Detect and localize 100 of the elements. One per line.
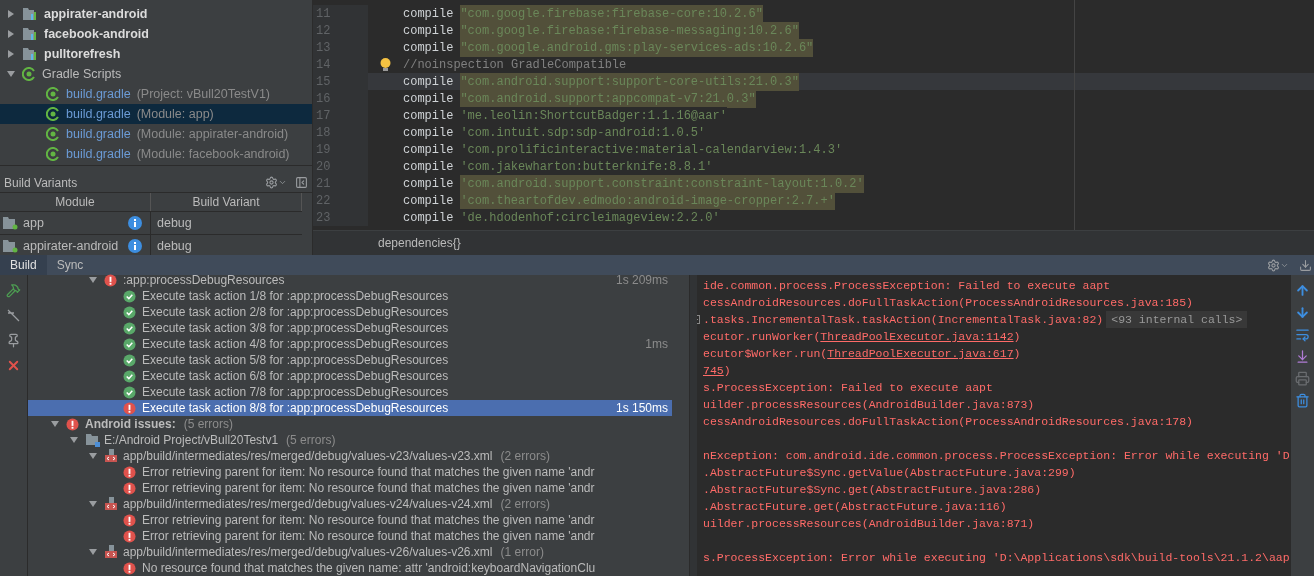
- xml-file-icon: [104, 545, 120, 559]
- error-icon: [123, 561, 136, 575]
- row-label: Execute task action 5/8 for :app:processDebugResources: [142, 352, 449, 369]
- hammer-icon[interactable]: [6, 283, 21, 298]
- code-keyword: compile: [403, 107, 454, 125]
- build-tree-row[interactable]: app/build/intermediates/res/merged/debug/values-v23/values-v23.xml (2 errors): [28, 448, 672, 464]
- code-keyword: compile: [403, 141, 454, 159]
- build-tree-row[interactable]: Execute task action 5/8 for :app:processDebugResources: [28, 352, 672, 368]
- error-icon: [123, 465, 136, 479]
- gradle-icon: [46, 107, 60, 121]
- build-tree-row[interactable]: Execute task action 1/8 for :app:processDebugResources: [28, 288, 672, 304]
- item-label: facebook-android: [44, 25, 149, 43]
- build-tree-row[interactable]: Error retrieving parent for item: No resource found that matches the given name 'andr: [28, 480, 672, 496]
- build-tree-row[interactable]: Execute task action 6/8 for :app:processDebugResources: [28, 368, 672, 384]
- build-tree-row[interactable]: No resource found that matches the given name: attr 'android:keyboardNavigationClu: [28, 560, 672, 576]
- build-tree-row[interactable]: Error retrieving parent for item: No resource found that matches the given name 'andr: [28, 528, 672, 544]
- source-link[interactable]: 745: [703, 361, 724, 380]
- item-label: build.gradle: [66, 85, 131, 103]
- build-tree-row[interactable]: app/build/intermediates/res/merged/debug/values-v24/values-v24.xml (2 errors): [28, 496, 672, 512]
- print-icon[interactable]: [1295, 371, 1310, 386]
- code-keyword: compile: [403, 90, 454, 108]
- table-cell[interactable]: debug: [151, 235, 192, 255]
- item-label: build.gradle: [66, 145, 131, 163]
- collapse-arrow-icon[interactable]: [88, 547, 98, 557]
- collapse-arrow-icon[interactable]: [6, 69, 16, 79]
- column-header[interactable]: Build Variant: [151, 193, 302, 211]
- info-icon[interactable]: [128, 239, 142, 253]
- close-icon[interactable]: [6, 358, 21, 373]
- pin-icon[interactable]: [6, 333, 21, 348]
- tree-item[interactable]: build.gradle (Module: appirater-android): [0, 124, 312, 144]
- row-label: Error retrieving parent for item: No resource found that matches the given name 'andr: [142, 464, 595, 481]
- check-circle-icon: [123, 385, 136, 399]
- build-tree-row[interactable]: :app:processDebugResources 1s 209ms: [28, 272, 672, 288]
- module-folder-icon: [22, 27, 38, 41]
- log-text: s.ProcessException: Error while executing 'D:\Applications\sdk\build-tools\21.1.2\aap: [703, 549, 1290, 566]
- build-tree-row[interactable]: Execute task action 7/8 for :app:processDebugResources: [28, 384, 672, 400]
- build-tree-row[interactable]: Android issues: (5 errors): [28, 416, 672, 432]
- build-tree-row[interactable]: Execute task action 2/8 for :app:processDebugResources: [28, 304, 672, 320]
- collapse-arrow-icon[interactable]: [88, 499, 98, 509]
- hide-panel-icon[interactable]: [295, 176, 308, 189]
- module-folder-icon: [22, 7, 38, 21]
- source-link[interactable]: ThreadPoolExecutor.java:617: [827, 344, 1014, 363]
- tree-item[interactable]: build.gradle (Project: vBull20TestV1): [0, 84, 312, 104]
- tree-item[interactable]: facebook-android: [0, 24, 312, 44]
- log-text: .AbstractFuture$Sync.get(AbstractFuture.java:286): [703, 481, 1042, 498]
- log-text: uilder.processResources(AndroidBuilder.java:871): [703, 515, 1035, 532]
- code-keyword: compile: [403, 175, 454, 193]
- error-icon: [123, 401, 136, 415]
- text-format-icon[interactable]: [6, 308, 21, 323]
- info-icon[interactable]: [128, 216, 142, 230]
- settings-icon[interactable]: [265, 176, 278, 189]
- row-label: Execute task action 4/8 for :app:processDebugResources: [142, 336, 449, 353]
- build-tree-row[interactable]: Error retrieving parent for item: No resource found that matches the given name 'andr: [28, 512, 672, 528]
- item-detail: (Project: vBull20TestV1): [136, 85, 271, 103]
- download-icon[interactable]: [1299, 258, 1312, 272]
- caret-icon[interactable]: [278, 178, 287, 187]
- tree-item[interactable]: pulltorefresh: [0, 44, 312, 64]
- internal-calls-badge[interactable]: <93 internal calls>: [1106, 310, 1248, 329]
- duration: 1s 150ms: [615, 400, 668, 417]
- folder-icon: [85, 433, 101, 447]
- row-label: Execute task action 2/8 for :app:processDebugResources: [142, 304, 449, 321]
- row-label: :app:processDebugResources: [123, 272, 285, 289]
- xml-file-icon: [104, 497, 120, 511]
- soft-wrap-icon[interactable]: [1295, 327, 1310, 342]
- check-circle-icon: [123, 321, 136, 335]
- tool-tab[interactable]: Build: [0, 255, 47, 275]
- build-tree-row[interactable]: Execute task action 8/8 for :app:processDebugResources 1s 150ms: [28, 400, 672, 416]
- tree-item[interactable]: Gradle Scripts: [0, 64, 312, 84]
- build-tree-row[interactable]: Error retrieving parent for item: No resource found that matches the given name 'andr: [28, 464, 672, 480]
- table-cell[interactable]: debug: [151, 212, 192, 234]
- row-label: Error retrieving parent for item: No resource found that matches the given name 'andr: [142, 512, 595, 529]
- source-link[interactable]: ThreadPoolExecutor.java:1142: [820, 327, 1014, 346]
- item-label: pulltorefresh: [44, 45, 121, 63]
- build-tree-row[interactable]: E:/Android Project/vBull20Testv1 (5 errors): [28, 432, 672, 448]
- code-keyword: compile: [403, 39, 454, 57]
- duration: 1s 209ms: [615, 272, 668, 289]
- tool-tab[interactable]: Sync: [46, 255, 94, 275]
- build-tree-row[interactable]: Execute task action 3/8 for :app:processDebugResources: [28, 320, 672, 336]
- tree-item[interactable]: build.gradle (Module: app): [0, 104, 312, 124]
- build-tree-row[interactable]: Execute task action 4/8 for :app:processDebugResources 1ms: [28, 336, 672, 352]
- breadcrumb[interactable]: dependencies{}: [378, 234, 461, 252]
- row-label: Execute task action 3/8 for :app:processDebugResources: [142, 320, 449, 337]
- lightbulb-icon[interactable]: [380, 57, 391, 72]
- scroll-to-end-icon[interactable]: [1295, 349, 1310, 364]
- error-icon: [66, 417, 79, 431]
- tree-item[interactable]: build.gradle (Module: facebook-android): [0, 144, 312, 164]
- code-keyword: compile: [403, 5, 454, 23]
- build-tree-row[interactable]: app/build/intermediates/res/merged/debug/values-v26/values-v26.xml (1 error): [28, 544, 672, 560]
- arrow-down-icon[interactable]: [1295, 305, 1310, 320]
- row-label: Execute task action 1/8 for :app:processDebugResources: [142, 288, 449, 305]
- settings-icon[interactable]: [1267, 258, 1280, 272]
- trash-icon[interactable]: [1295, 393, 1310, 408]
- log-text: ecutor.runWorker(: [703, 328, 821, 345]
- row-label: app/build/intermediates/res/merged/debug/values-v26/values-v26.xml: [123, 544, 493, 561]
- column-header[interactable]: Module: [0, 193, 151, 211]
- tree-item[interactable]: appirater-android: [0, 4, 312, 24]
- collapse-arrow-icon[interactable]: [88, 275, 98, 285]
- gradle-icon: [46, 147, 60, 161]
- code-keyword: compile: [403, 158, 454, 176]
- row-label: app/build/intermediates/res/merged/debug/values-v23/values-v23.xml: [123, 448, 493, 465]
